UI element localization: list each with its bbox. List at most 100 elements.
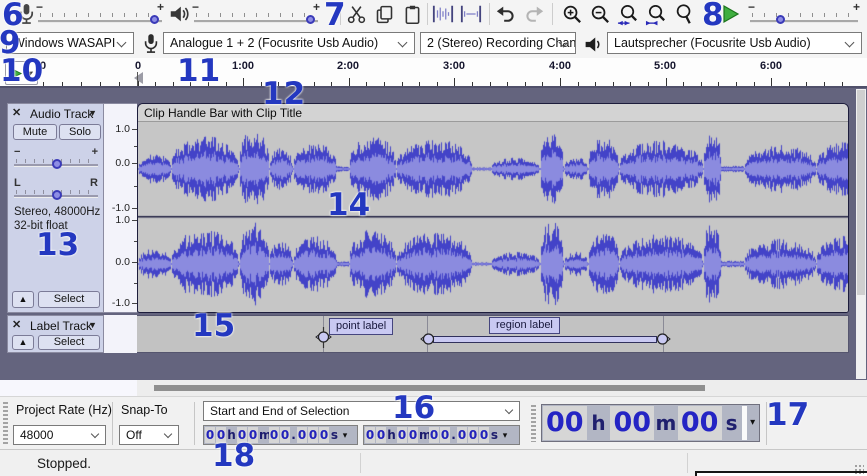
format-dropdown-icon[interactable]: ▾ <box>747 406 758 440</box>
selection-start-field[interactable]: 00h00m00.000s▾ <box>203 425 358 445</box>
time-cell[interactable]: 0 <box>365 427 375 443</box>
time-cell[interactable]: 0 <box>237 427 247 443</box>
zoom-fit-button[interactable] <box>644 2 668 26</box>
time-cell[interactable]: 0 <box>297 427 307 443</box>
collapse-track-button[interactable]: ▲ <box>12 291 34 308</box>
time-cell[interactable]: 0 <box>408 427 418 443</box>
time-cell[interactable]: s <box>490 427 499 443</box>
zoom-in-button[interactable] <box>560 2 584 26</box>
track-menu-arrow-icon[interactable]: ▼ <box>88 320 97 330</box>
stereo-waveform[interactable] <box>138 122 848 312</box>
time-cell[interactable]: 0 <box>248 427 258 443</box>
redo-button[interactable] <box>522 2 546 26</box>
time-cell[interactable]: 0 <box>269 427 279 443</box>
time-cell[interactable]: m <box>419 427 428 443</box>
playback-volume-thumb[interactable] <box>306 15 315 24</box>
playback-volume-slider[interactable]: − + <box>192 2 320 27</box>
audio-clip[interactable]: Clip Handle Bar with Clip Title <box>137 103 849 313</box>
close-track-button[interactable]: ✕ <box>12 318 21 331</box>
audio-track-select-button[interactable]: Select <box>38 291 100 308</box>
label-track-body[interactable]: point label region label <box>137 315 849 353</box>
format-dropdown-icon[interactable]: ▾ <box>340 427 350 443</box>
toolbar-grabber[interactable] <box>3 402 8 445</box>
cut-button[interactable] <box>344 2 368 26</box>
time-cell[interactable]: 0 <box>280 427 290 443</box>
recording-device-select[interactable]: Analogue 1 + 2 (Focusrite Usb Audio) <box>163 32 415 54</box>
format-dropdown-icon[interactable]: ▾ <box>500 427 510 443</box>
play-at-speed-slider[interactable]: − + <box>748 2 860 27</box>
position-seconds[interactable]: 00 <box>678 406 722 440</box>
time-cell[interactable]: 0 <box>479 427 489 443</box>
region-end-handle-icon[interactable] <box>655 329 672 350</box>
paste-button[interactable] <box>400 2 424 26</box>
time-cell[interactable]: m <box>259 427 268 443</box>
position-minutes[interactable]: 00 <box>610 406 654 440</box>
recording-device-icon <box>139 32 163 56</box>
time-cell[interactable]: . <box>451 427 456 443</box>
gain-thumb[interactable] <box>52 159 62 169</box>
horizontal-scrollbar[interactable] <box>0 380 867 396</box>
region-start-handle-icon[interactable] <box>419 329 436 350</box>
time-cell[interactable]: 0 <box>216 427 226 443</box>
snap-to-select[interactable]: Off <box>119 425 179 445</box>
playback-device-select[interactable]: Lautsprecher (Focusrite Usb Audio) <box>607 32 862 54</box>
position-hours[interactable]: 00 <box>543 406 587 440</box>
silence-audio-button[interactable] <box>459 2 483 26</box>
copy-button[interactable] <box>372 2 396 26</box>
region-label-bar[interactable] <box>433 336 657 343</box>
region-label[interactable]: region label <box>489 317 560 334</box>
selection-range-mode-select[interactable]: Start and End of Selection <box>203 401 520 421</box>
collapse-track-button[interactable]: ▲ <box>12 335 34 350</box>
close-track-button[interactable]: ✕ <box>12 106 21 119</box>
time-cell[interactable]: 0 <box>468 427 478 443</box>
audio-host-select[interactable]: Windows WASAPI <box>6 32 134 54</box>
vertical-scrollbar[interactable] <box>856 89 866 379</box>
pan-thumb[interactable] <box>52 190 62 200</box>
trim-audio-button[interactable] <box>431 2 455 26</box>
play-at-speed-thumb[interactable] <box>776 15 785 24</box>
label-track-select-button[interactable]: Select <box>38 335 100 350</box>
gain-plus-label: + <box>92 146 98 158</box>
vertical-scrollbar-thumb[interactable] <box>857 90 865 295</box>
clip-handle-bar[interactable]: Clip Handle Bar with Clip Title <box>138 104 848 122</box>
time-cell[interactable]: 0 <box>205 427 215 443</box>
horizontal-scrollbar-thumb[interactable] <box>154 385 705 391</box>
timeline-options-button[interactable] <box>5 61 38 85</box>
track-menu-arrow-icon[interactable]: ▼ <box>88 108 97 118</box>
recording-volume-slider[interactable]: − + <box>36 2 164 27</box>
selection-end-field[interactable]: 00h00m00.000s▾ <box>363 425 520 445</box>
recording-channels-select[interactable]: 2 (Stereo) Recording Chan <box>420 32 576 54</box>
zoom-out-button[interactable] <box>588 2 612 26</box>
solo-button[interactable]: Solo <box>59 124 101 140</box>
point-label[interactable]: point label <box>329 318 393 335</box>
label-track-name[interactable]: Label Track <box>30 319 92 333</box>
ruler-tick <box>824 82 825 86</box>
zoom-toggle-button[interactable] <box>672 2 696 26</box>
time-cell[interactable]: 0 <box>397 427 407 443</box>
mute-button[interactable]: Mute <box>13 124 57 140</box>
time-cell[interactable]: 0 <box>440 427 450 443</box>
playhead-pin-icon[interactable] <box>134 72 143 84</box>
recording-volume-thumb[interactable] <box>150 15 159 24</box>
time-cell[interactable]: 0 <box>429 427 439 443</box>
time-cell[interactable]: 0 <box>319 427 329 443</box>
time-cell[interactable]: . <box>291 427 296 443</box>
zoom-selection-button[interactable] <box>616 2 640 26</box>
timeline-ruler[interactable]: 001:002:003:004:005:006:00 <box>0 58 867 88</box>
audio-track-name[interactable]: Audio Track <box>30 107 93 121</box>
gain-slider[interactable]: − + <box>14 149 98 171</box>
pan-slider[interactable]: L R <box>14 180 98 202</box>
time-cell[interactable]: h <box>227 427 236 443</box>
project-rate-select[interactable]: 48000 <box>13 425 106 445</box>
vertical-scale-ruler[interactable]: 1.00.0-1.01.00.0-1.0 <box>104 103 137 313</box>
toolbar-grabber[interactable] <box>531 405 536 442</box>
time-cell[interactable]: 0 <box>308 427 318 443</box>
resize-grip[interactable] <box>854 464 864 474</box>
time-cell[interactable]: s <box>330 427 339 443</box>
audio-position-display[interactable]: 00 h 00 m 00 s ▾ <box>541 404 760 442</box>
time-cell[interactable]: h <box>387 427 396 443</box>
undo-button[interactable] <box>494 2 518 26</box>
time-cell[interactable]: 0 <box>376 427 386 443</box>
time-cell[interactable]: 0 <box>457 427 467 443</box>
play-button[interactable] <box>720 2 742 26</box>
